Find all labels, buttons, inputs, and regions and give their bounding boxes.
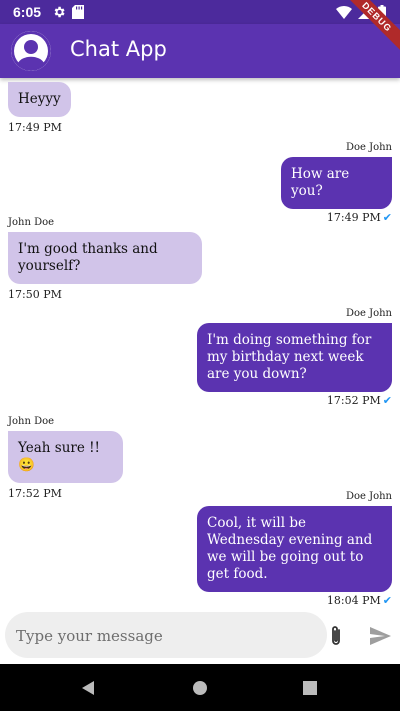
message-sender: John Doe [8, 217, 55, 228]
message-bubble: How are you? [281, 157, 392, 209]
status-bar: 6:05 [0, 0, 400, 24]
paperclip-icon[interactable] [326, 624, 346, 648]
sd-card-icon [72, 5, 84, 19]
message-input[interactable] [14, 612, 278, 660]
status-icons-left [52, 5, 84, 19]
home-icon[interactable] [192, 680, 208, 696]
app-title: Chat App [70, 37, 167, 61]
message-time-row: 17:49 PM ✔ [281, 211, 392, 224]
message-outgoing: Doe John I'm doing something for my birt… [197, 308, 392, 407]
message-time: 18:04 PM [326, 594, 381, 607]
message-time-row: 17:52 PM ✔ [197, 394, 392, 407]
message-bubble: I'm doing something for my birthday next… [197, 323, 392, 392]
message-incoming: Heyyy 17:49 PM [8, 82, 71, 134]
message-bubble: I'm good thanks and yourself? [8, 232, 202, 284]
gear-icon [54, 6, 65, 18]
message-incoming: John Doe I'm good thanks and yourself? 1… [8, 217, 202, 301]
app-bar: Chat App [0, 24, 400, 78]
message-sender: Doe John [345, 142, 392, 153]
send-icon[interactable] [368, 624, 392, 648]
avatar[interactable] [11, 31, 51, 71]
message-time: 17:52 PM [326, 394, 381, 407]
wifi-icon [336, 6, 352, 19]
back-icon[interactable] [80, 680, 96, 696]
message-time-row: 18:04 PM ✔ [197, 594, 392, 607]
message-bubble: Heyyy [8, 82, 71, 117]
read-check-icon: ✔ [382, 594, 392, 607]
message-outgoing: Doe John Cool, it will be Wednesday even… [197, 491, 392, 607]
message-sender: John Doe [8, 416, 55, 427]
message-sender: Doe John [345, 308, 392, 319]
message-time: 17:52 PM [8, 487, 62, 500]
recents-icon[interactable] [303, 681, 317, 695]
message-outgoing: Doe John How are you? 17:49 PM ✔ [281, 142, 392, 224]
system-nav-bar [0, 664, 400, 711]
message-time: 17:50 PM [8, 288, 62, 301]
message-list[interactable]: Heyyy 17:49 PM Doe John How are you? 17:… [0, 78, 400, 610]
message-incoming: John Doe Yeah sure !!😀 17:52 PM [8, 416, 123, 500]
read-check-icon: ✔ [382, 211, 392, 224]
message-time: 17:49 PM [326, 211, 381, 224]
person-icon [11, 31, 51, 71]
status-time: 6:05 [13, 4, 42, 20]
message-sender: Doe John [345, 491, 392, 502]
message-composer [5, 612, 327, 660]
message-bubble: Cool, it will be Wednesday evening and w… [197, 506, 392, 592]
message-bubble: Yeah sure !!😀 [8, 431, 123, 483]
read-check-icon: ✔ [382, 394, 392, 407]
message-time: 17:49 PM [8, 121, 62, 134]
